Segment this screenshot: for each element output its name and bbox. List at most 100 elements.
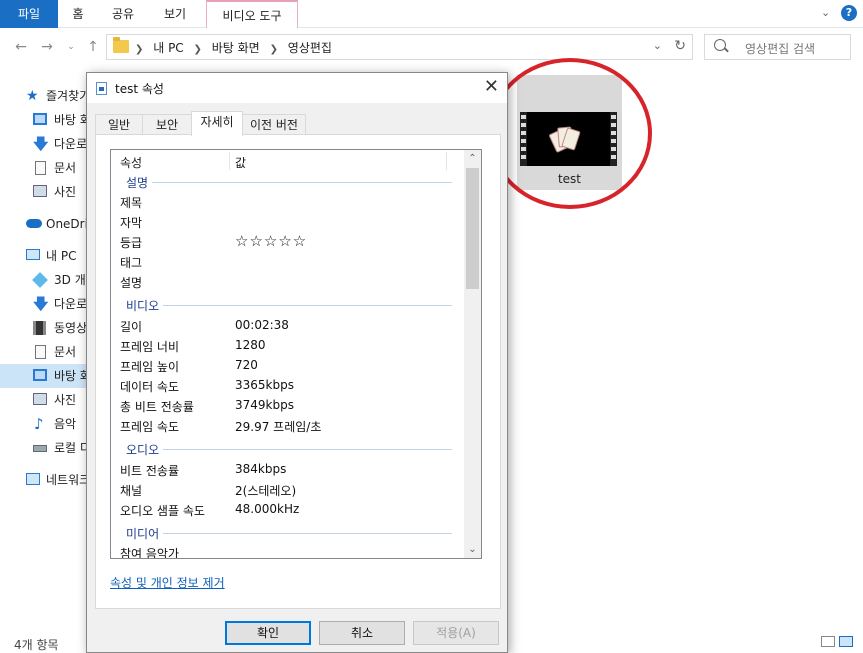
- address-bar[interactable]: ❯ 내 PC ❯ 바탕 화면 ❯ 영상편집 ⌄ ↻: [106, 34, 693, 60]
- close-icon[interactable]: ✕: [484, 77, 499, 97]
- sidebar-item-desktop-pc[interactable]: 바탕 화면: [0, 364, 92, 388]
- ok-button[interactable]: 확인: [225, 621, 311, 645]
- group-header-description: 설명: [111, 172, 466, 192]
- property-row[interactable]: 프레임 높이 720: [111, 356, 466, 376]
- ribbon-tab-video-tools[interactable]: 비디오 도구: [206, 0, 298, 28]
- network-icon: [26, 473, 40, 485]
- breadcrumb-item[interactable]: 바탕 화면: [212, 41, 260, 55]
- property-row[interactable]: 태그: [111, 252, 466, 272]
- property-row[interactable]: 프레임 속도 29.97 프레임/초: [111, 416, 466, 436]
- tab-general[interactable]: 일반: [95, 114, 143, 135]
- scrollbar-thumb[interactable]: [466, 168, 479, 289]
- property-row[interactable]: 프레임 너비 1280: [111, 336, 466, 356]
- property-value: 720: [235, 358, 258, 372]
- property-key: 총 비트 전송률: [120, 400, 194, 414]
- ribbon-tab-file[interactable]: 파일: [0, 0, 58, 28]
- property-value: 48.000kHz: [235, 502, 300, 516]
- view-switcher: [817, 636, 857, 650]
- property-row[interactable]: 오디오 샘플 속도 48.000kHz: [111, 500, 466, 520]
- sidebar-item-documents-pc[interactable]: 문서: [0, 340, 92, 364]
- search-input[interactable]: 영상편집 검색: [745, 40, 815, 57]
- column-header-value[interactable]: 값: [235, 154, 246, 171]
- disk-icon: [33, 445, 47, 452]
- sidebar-item-network[interactable]: 네트워크: [0, 468, 92, 492]
- property-row[interactable]: 채널 2(스테레오): [111, 480, 466, 500]
- dialog-titlebar: test 속성 ✕: [87, 73, 507, 103]
- sidebar-item-local-disk[interactable]: 로컬 디스크: [0, 436, 92, 460]
- scroll-down-icon[interactable]: ⌄: [464, 541, 481, 558]
- tab-details[interactable]: 자세히: [191, 111, 243, 136]
- property-key: 프레임 높이: [120, 360, 180, 374]
- breadcrumb-item[interactable]: 내 PC: [153, 41, 183, 55]
- sidebar-item-downloads[interactable]: 🡇 다운로드: [0, 132, 92, 156]
- star-icon: ★: [26, 88, 39, 104]
- search-icon: [714, 39, 726, 51]
- sidebar-item-pictures[interactable]: 사진: [0, 180, 92, 204]
- group-label: 미디어: [126, 525, 164, 542]
- property-key: 참여 음악가: [120, 547, 180, 559]
- property-row[interactable]: 제목: [111, 192, 466, 212]
- sidebar-item-favorites[interactable]: ★ 즐겨찾기: [0, 84, 92, 108]
- scroll-up-icon[interactable]: ⌃: [464, 150, 481, 167]
- property-row[interactable]: 총 비트 전송률 3749kbps: [111, 396, 466, 416]
- sidebar-item-desktop[interactable]: 바탕 화면: [0, 108, 92, 132]
- sidebar-item-music[interactable]: ♪ 음악: [0, 412, 92, 436]
- tab-security[interactable]: 보안: [142, 114, 192, 135]
- sidebar-item-pictures-pc[interactable]: 사진: [0, 388, 92, 412]
- sidebar-item-label: 사진: [54, 185, 77, 199]
- search-box[interactable]: 영상편집 검색: [704, 34, 851, 60]
- property-row[interactable]: 길이 00:02:38: [111, 316, 466, 336]
- group-label: 설명: [126, 174, 153, 191]
- download-icon: 🡇: [33, 135, 49, 153]
- tab-previous-versions[interactable]: 이전 버전: [242, 114, 306, 135]
- forward-arrow-icon[interactable]: →: [38, 37, 56, 57]
- ribbon-tab-view[interactable]: 보기: [150, 0, 200, 28]
- sidebar-item-label: 음악: [54, 417, 77, 431]
- sidebar-item-videos[interactable]: 동영상: [0, 316, 92, 340]
- cancel-button[interactable]: 취소: [319, 621, 405, 645]
- property-list[interactable]: 속성 값 설명 제목 자막 등급 ☆☆☆☆☆ 태그 설명 비디오 길이 00:02:…: [110, 149, 482, 559]
- property-key: 프레임 너비: [120, 340, 180, 354]
- pictures-icon: [33, 185, 47, 197]
- ribbon-tab-home[interactable]: 홈: [58, 0, 98, 28]
- breadcrumb-item[interactable]: 영상편집: [288, 41, 332, 55]
- ribbon-tab-share[interactable]: 공유: [100, 0, 146, 28]
- property-row[interactable]: 비트 전송률 384kbps: [111, 460, 466, 480]
- group-header-media: 미디어: [111, 523, 466, 543]
- column-header-property[interactable]: 속성: [120, 154, 142, 171]
- property-value: 2(스테레오): [235, 484, 297, 498]
- sidebar-item-label: 네트워크: [46, 473, 91, 487]
- details-panel: 속성 값 설명 제목 자막 등급 ☆☆☆☆☆ 태그 설명 비디오 길이 00:02:…: [95, 134, 501, 609]
- property-row[interactable]: 참여 음악가: [111, 543, 466, 559]
- vertical-scrollbar[interactable]: ⌃ ⌄: [464, 150, 481, 558]
- property-row[interactable]: 설명: [111, 272, 466, 292]
- property-value: 1280: [235, 338, 266, 352]
- property-value: 3749kbps: [235, 398, 294, 412]
- desktop-icon: [33, 369, 47, 381]
- property-row[interactable]: 등급 ☆☆☆☆☆: [111, 232, 466, 252]
- chevron-down-icon[interactable]: ⌄: [821, 6, 835, 20]
- details-view-icon[interactable]: [821, 636, 835, 647]
- property-key: 오디오 샘플 속도: [120, 504, 205, 518]
- remove-properties-link[interactable]: 속성 및 개인 정보 제거: [110, 574, 225, 591]
- back-arrow-icon[interactable]: ←: [12, 37, 30, 57]
- document-icon: [35, 161, 46, 175]
- chevron-down-icon[interactable]: ⌄: [653, 39, 662, 52]
- property-row[interactable]: 자막: [111, 212, 466, 232]
- refresh-icon[interactable]: ↻: [674, 38, 686, 54]
- help-icon[interactable]: ?: [841, 5, 857, 21]
- apply-button[interactable]: 적용(A): [413, 621, 499, 645]
- rating-stars[interactable]: ☆☆☆☆☆: [235, 232, 307, 250]
- sidebar-item-3d-objects[interactable]: 3D 개체: [0, 268, 92, 292]
- recent-locations-icon[interactable]: ⌄: [62, 37, 80, 57]
- property-row[interactable]: 데이터 속도 3365kbps: [111, 376, 466, 396]
- sidebar-item-downloads-pc[interactable]: 🡇 다운로드: [0, 292, 92, 316]
- sidebar-item-this-pc[interactable]: 내 PC: [0, 244, 92, 268]
- sidebar-item-label: 문서: [54, 345, 77, 359]
- property-key: 길이: [120, 320, 143, 334]
- film-icon: [33, 321, 46, 335]
- sidebar-item-documents[interactable]: 문서: [0, 156, 92, 180]
- sidebar-item-onedrive[interactable]: OneDrive: [0, 212, 92, 236]
- up-arrow-icon[interactable]: ↑: [84, 37, 102, 57]
- large-icons-view-icon[interactable]: [839, 636, 853, 647]
